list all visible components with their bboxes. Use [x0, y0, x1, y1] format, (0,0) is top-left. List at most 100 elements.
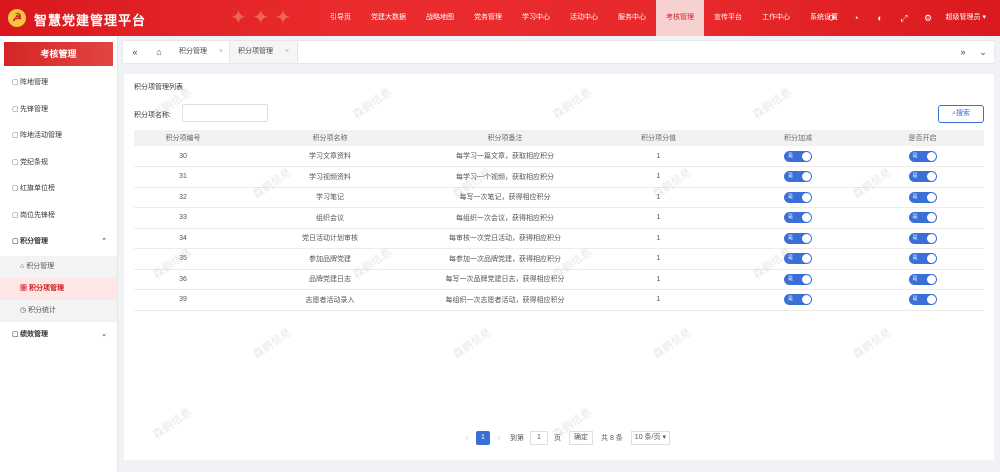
cell-id: 36 — [134, 269, 232, 290]
nav-item-work[interactable]: 工作中心 — [752, 0, 800, 36]
header-decoration: ✦ ✦ ✦ — [230, 7, 292, 29]
sidebar-item-red-flag-list[interactable]: ▢红旗单位榜 — [0, 176, 117, 203]
sidebar-group-points[interactable]: ▢积分管理 ⌃ — [0, 229, 117, 256]
collapse-left-icon[interactable]: « — [125, 41, 145, 63]
page-unit-label: 页 — [554, 435, 561, 442]
cell-score: 1 — [582, 146, 735, 167]
username: 超级管理员 — [945, 14, 981, 21]
top-header: ☭ 智慧党建管理平台 ✦ ✦ ✦ 引导页 党建大数据 战略地图 党务管理 学习中… — [0, 0, 1000, 36]
fullscreen-icon[interactable]: ⤢ — [892, 13, 916, 24]
bell-icon[interactable]: ◔ — [844, 13, 868, 23]
enabled-toggle[interactable]: 是 — [908, 253, 937, 265]
toggle-knob — [802, 295, 811, 305]
doc-icon: ▢ — [12, 211, 19, 219]
tab-points-mgmt[interactable]: 积分管理 × — [171, 41, 231, 63]
cell-note: 每审核一次党日活动，获得相应积分 — [428, 228, 582, 249]
table-row: 32 学习笔记 每写一次笔记，获得相应积分 1 是 是 — [134, 187, 984, 208]
enabled-toggle[interactable]: 是 — [908, 191, 937, 203]
prev-page-icon[interactable]: ‹ — [460, 435, 474, 442]
add-subtract-toggle[interactable]: 是 — [784, 294, 812, 306]
tab-points-item-mgmt[interactable]: 积分项管理 × — [229, 41, 299, 63]
sidebar-sub-points-stats[interactable]: ◷ 积分统计 — [0, 299, 117, 322]
nav-item-activity[interactable]: 活动中心 — [560, 0, 608, 36]
add-subtract-toggle[interactable]: 是 — [784, 232, 812, 244]
nav-item-guide[interactable]: 引导页 — [320, 0, 361, 36]
item-name-input[interactable] — [182, 104, 268, 122]
close-icon[interactable]: × — [219, 48, 223, 55]
enabled-toggle[interactable]: 是 — [908, 294, 937, 306]
enabled-toggle[interactable]: 是 — [908, 171, 937, 183]
enabled-toggle[interactable]: 是 — [908, 273, 937, 285]
toggle-knob — [926, 192, 936, 202]
home-icon[interactable]: ⌂ — [149, 41, 169, 63]
cell-id: 31 — [134, 166, 232, 188]
add-subtract-toggle[interactable]: 是 — [784, 191, 812, 203]
nav-item-service[interactable]: 服务中心 — [608, 0, 656, 36]
enabled-toggle[interactable]: 是 — [908, 150, 937, 162]
cell-name: 组织会议 — [232, 207, 428, 229]
cell-name: 学习文章资料 — [232, 146, 428, 167]
settings-icon[interactable]: ⚙ — [916, 13, 940, 24]
add-subtract-toggle[interactable]: 是 — [784, 273, 812, 285]
doc-icon: ▢ — [12, 185, 19, 192]
close-icon[interactable]: × — [285, 48, 289, 55]
refresh-icon[interactable]: ⟳ — [820, 13, 844, 24]
sidebar-sub-points-mgmt[interactable]: ⌂ 积分管理 — [0, 255, 117, 278]
filter-label: 积分项名称: — [134, 112, 171, 119]
cell-score: 1 — [582, 166, 735, 188]
points-item-table: 积分项编号 积分项名称 积分项备注 积分项分值 积分加减 是否开启 30 学习文… — [134, 130, 984, 311]
page-size-select[interactable]: 10 条/页 ▾ — [630, 431, 670, 445]
sidebar-item-party-rules[interactable]: ▢党纪条规 — [0, 150, 117, 177]
nav-item-bigdata[interactable]: 党建大数据 — [361, 0, 416, 36]
scroll-right-icon[interactable]: » — [953, 41, 973, 63]
chevron-up-icon: ⌃ — [101, 238, 107, 245]
doc-icon: ▢ — [12, 158, 19, 166]
add-subtract-toggle[interactable]: 是 — [784, 212, 812, 224]
sidebar-item-position-activity[interactable]: ▢阵地活动管理 — [0, 123, 117, 150]
tab-bar: « ⌂ 积分管理 × 积分项管理 × » ⌄ — [122, 40, 995, 64]
pagination: ‹ 1 › 到第 1 页 确定 共 8 条 10 条/页 ▾ — [460, 430, 670, 446]
col-header-score: 积分项分值 — [582, 130, 735, 146]
sidebar-item-pioneer-mgmt[interactable]: ▢先锋管理 — [0, 97, 117, 124]
toggle-knob — [926, 233, 936, 243]
cell-name: 学习笔记 — [232, 187, 428, 208]
add-subtract-toggle[interactable]: 是 — [784, 171, 812, 183]
cell-note: 每组织一次志愿者活动，获得相应积分 — [428, 289, 582, 311]
cell-score: 1 — [582, 289, 735, 311]
chevron-down-icon: ▾ — [982, 14, 986, 21]
next-page-icon[interactable]: › — [492, 435, 506, 442]
cell-name: 志愿者活动录入 — [232, 289, 428, 311]
grid-icon: ▦ — [20, 284, 29, 292]
sidebar-group-performance[interactable]: ▢绩效管理 ⌄ — [0, 322, 117, 349]
toggle-knob — [926, 151, 936, 161]
search-button[interactable]: ⌕搜索 — [938, 105, 984, 123]
enabled-toggle[interactable]: 是 — [908, 232, 937, 244]
nav-item-strategy-map[interactable]: 战略地图 — [416, 0, 464, 36]
header-icon-group: ⟳ ◔ ◐ ⤢ ⚙ — [820, 0, 940, 36]
theme-icon[interactable]: ◐ — [868, 13, 892, 23]
nav-item-learning[interactable]: 学习中心 — [512, 0, 560, 36]
chevron-down-icon: ▾ — [662, 434, 666, 441]
top-nav: 引导页 党建大数据 战略地图 党务管理 学习中心 活动中心 服务中心 考核管理 … — [320, 0, 848, 36]
nav-item-publicity[interactable]: 宣传平台 — [704, 0, 752, 36]
nav-item-assessment[interactable]: 考核管理 — [656, 0, 704, 36]
goto-page-input[interactable]: 1 — [530, 431, 548, 445]
user-menu[interactable]: 超级管理员 ▾ — [946, 0, 986, 36]
sidebar-title: 考核管理 — [4, 42, 113, 66]
sidebar-sub-points-item-mgmt[interactable]: ▦ 积分项管理 — [0, 277, 117, 300]
add-subtract-toggle[interactable]: 是 — [784, 150, 812, 162]
doc-icon: ▢ — [12, 79, 19, 86]
cell-id: 34 — [134, 228, 232, 249]
add-subtract-toggle[interactable]: 是 — [784, 253, 812, 265]
col-header-add-subtract: 积分加减 — [735, 130, 861, 146]
sidebar-item-position-mgmt[interactable]: ▢阵地管理 — [0, 70, 117, 97]
enabled-toggle[interactable]: 是 — [908, 212, 937, 224]
page-number-current[interactable]: 1 — [476, 431, 490, 445]
toggle-knob — [926, 213, 936, 223]
sidebar-item-post-pioneer-list[interactable]: ▢岗位先锋榜 — [0, 203, 117, 230]
toggle-knob — [802, 192, 811, 202]
goto-confirm-button[interactable]: 确定 — [569, 431, 593, 445]
table-row: 34 党日活动计划审核 每审核一次党日活动，获得相应积分 1 是 是 — [134, 228, 984, 249]
nav-item-party-affairs[interactable]: 党务管理 — [464, 0, 512, 36]
chevron-down-icon[interactable]: ⌄ — [973, 41, 993, 63]
